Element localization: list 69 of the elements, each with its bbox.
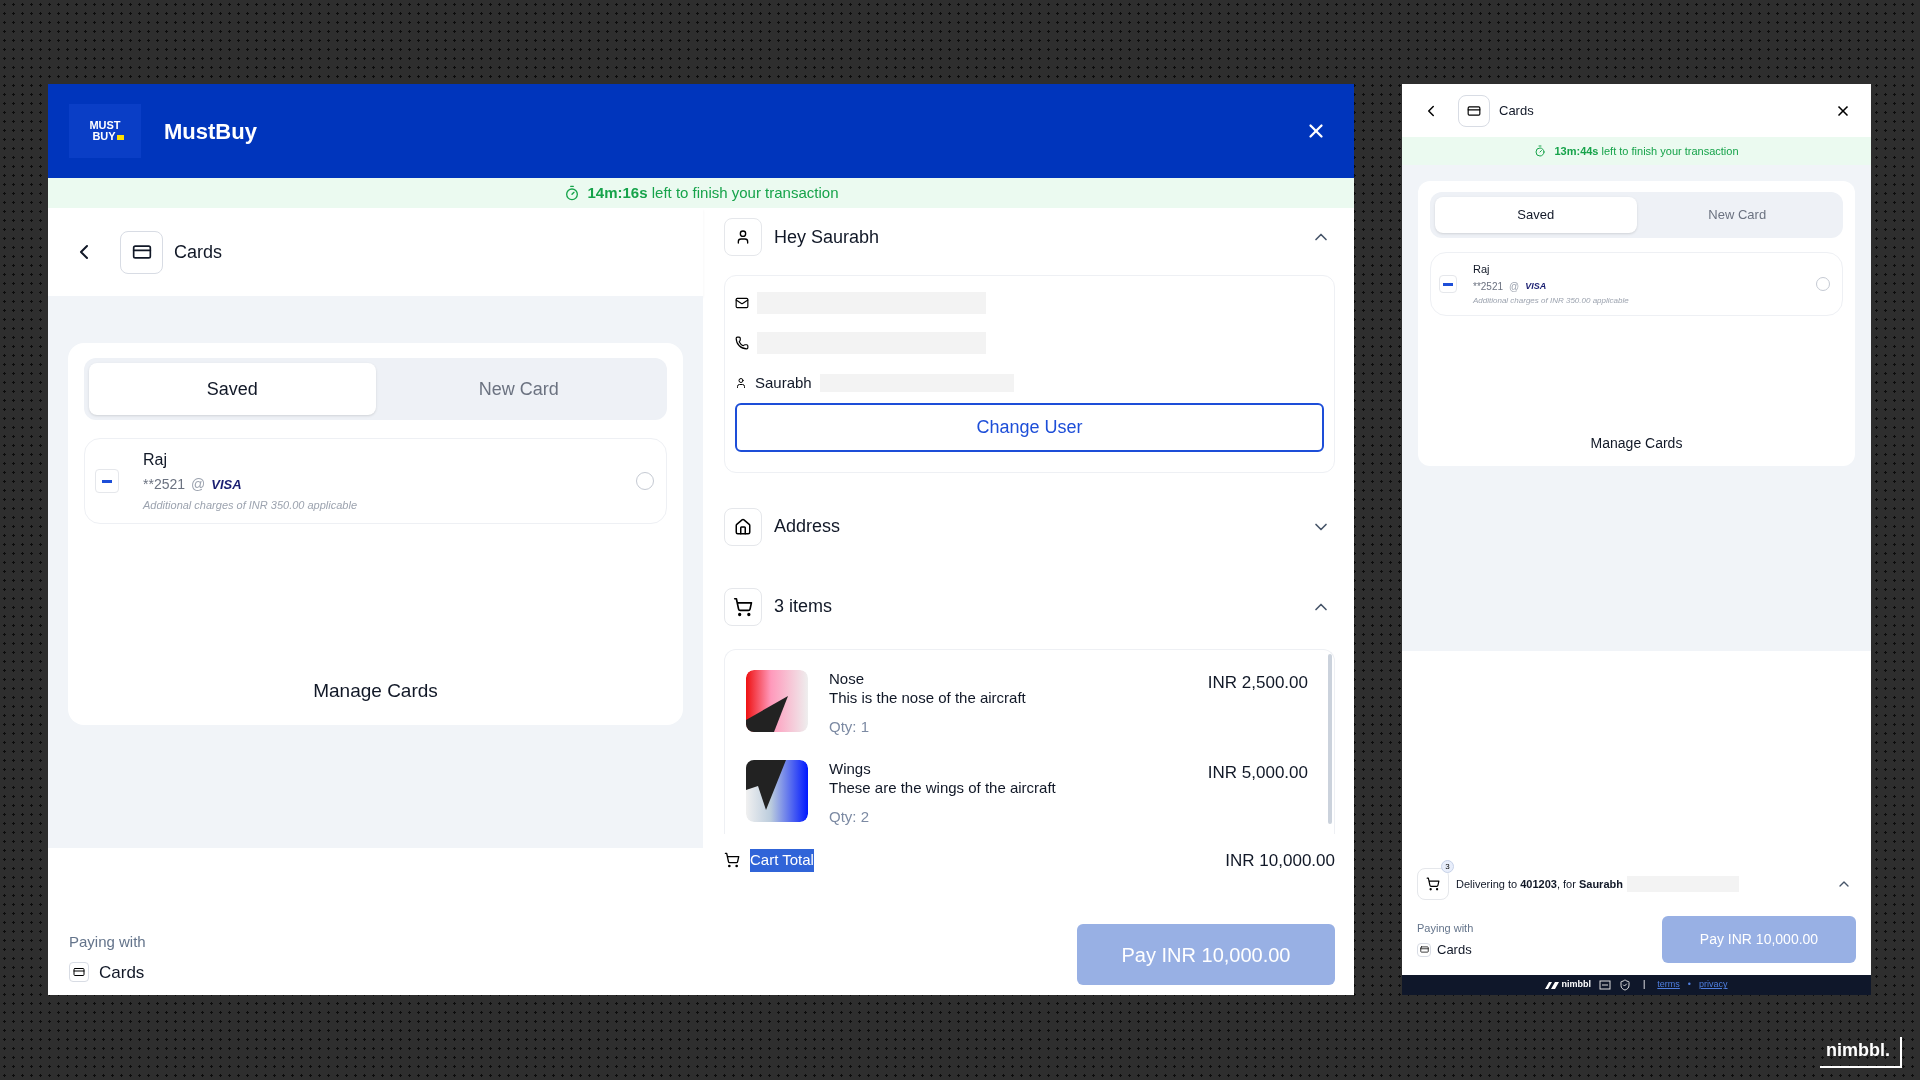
page-title: Cards <box>1499 101 1534 120</box>
footer-separator: | <box>1643 978 1646 992</box>
house-icon <box>734 517 752 536</box>
cart-icon <box>733 596 753 617</box>
brand-logo: MUST BUY <box>69 104 141 158</box>
user-icon <box>735 229 751 245</box>
user-icon <box>735 377 747 390</box>
saved-card[interactable]: Raj **2521 @ VISA Additional charges of INR 350.00 applicable <box>84 438 667 524</box>
cart-total-label: Cart Total <box>750 849 814 872</box>
terms-link[interactable]: terms <box>1657 978 1680 992</box>
card-brand-icon <box>95 469 119 493</box>
card-holder-name: Raj <box>1473 262 1491 278</box>
brand-name: MustBuy <box>164 117 257 146</box>
delivery-text: Delivering to 401203, for Saurabh <box>1456 876 1623 892</box>
card-number: **2521 <box>143 475 186 495</box>
item-name: Wings <box>829 760 872 778</box>
tab[interactable]: Saved <box>1435 197 1637 233</box>
section-title: Address <box>774 515 841 538</box>
paying-with-label: Paying with <box>69 932 147 952</box>
page-title: Cards <box>174 240 222 264</box>
credit-card-icon <box>131 242 152 262</box>
item-description: These are the wings of the aircraft <box>829 778 1057 798</box>
product-image <box>746 669 808 732</box>
payment-method: Cards <box>99 961 145 984</box>
item-price: INR 2,500.00 <box>1207 671 1308 694</box>
tab[interactable]: New Card <box>375 363 662 415</box>
tab[interactable]: Saved <box>89 363 376 415</box>
link-separator: • <box>1687 978 1691 992</box>
nimbbl-logo-icon <box>1545 981 1560 989</box>
at-sign: @ <box>1509 279 1520 294</box>
item-name: Nose <box>829 669 866 688</box>
card-holder-name: Raj <box>143 450 168 471</box>
product-image <box>746 760 808 822</box>
change-user-button[interactable]: Change User <box>735 402 1324 452</box>
card-network-logo: VISA <box>1525 279 1547 293</box>
item-description: This is the nose of the aircraft <box>829 687 1027 708</box>
credit-card-icon <box>1467 103 1481 118</box>
tab[interactable]: New Card <box>1636 197 1838 233</box>
timer-icon <box>563 185 580 201</box>
cart-icon <box>1426 877 1440 891</box>
saved-card[interactable]: Raj **2521 @ VISA Additional charges of INR 350.00 applicable <box>1430 252 1843 316</box>
cart-icon <box>724 852 740 869</box>
item-price: INR 5,000.00 <box>1207 762 1308 784</box>
card-number: **2521 <box>1473 279 1504 294</box>
manage-cards-link[interactable]: Manage Cards <box>313 676 438 705</box>
section-title: Hey Saurabh <box>774 225 880 249</box>
item-quantity: Qty: 1 <box>829 716 870 737</box>
timer-text: 14m:16s left to finish your transaction <box>587 182 839 203</box>
card-network-logo: VISA <box>211 476 242 494</box>
phone-icon <box>735 336 749 350</box>
corner-logo: nimbbl. <box>1820 1037 1902 1068</box>
manage-cards-link[interactable]: Manage Cards <box>1590 433 1683 454</box>
payment-method: Cards <box>1437 941 1472 959</box>
section-title: 3 items <box>774 595 833 618</box>
item-count-badge: 3 <box>1441 860 1454 873</box>
user-name: Saurabh <box>755 373 812 393</box>
shield-check-icon <box>1619 979 1631 991</box>
item-quantity: Qty: 2 <box>829 807 870 827</box>
charges-note: Additional charges of INR 350.00 applicable <box>143 498 359 514</box>
paying-with-label: Paying with <box>1417 920 1474 936</box>
privacy-link[interactable]: privacy <box>1699 978 1728 992</box>
cart-total-value: INR 10,000.00 <box>1225 849 1335 872</box>
charges-note: Additional charges of INR 350.00 applicable <box>1473 294 1630 307</box>
mail-icon <box>735 296 749 310</box>
footer-brand: nimbbl <box>1561 978 1591 992</box>
timer-text: 13m:44s left to finish your transaction <box>1554 143 1739 159</box>
card-brand-icon <box>1439 275 1457 293</box>
timer-icon <box>1534 145 1547 157</box>
at-sign: @ <box>191 475 206 495</box>
